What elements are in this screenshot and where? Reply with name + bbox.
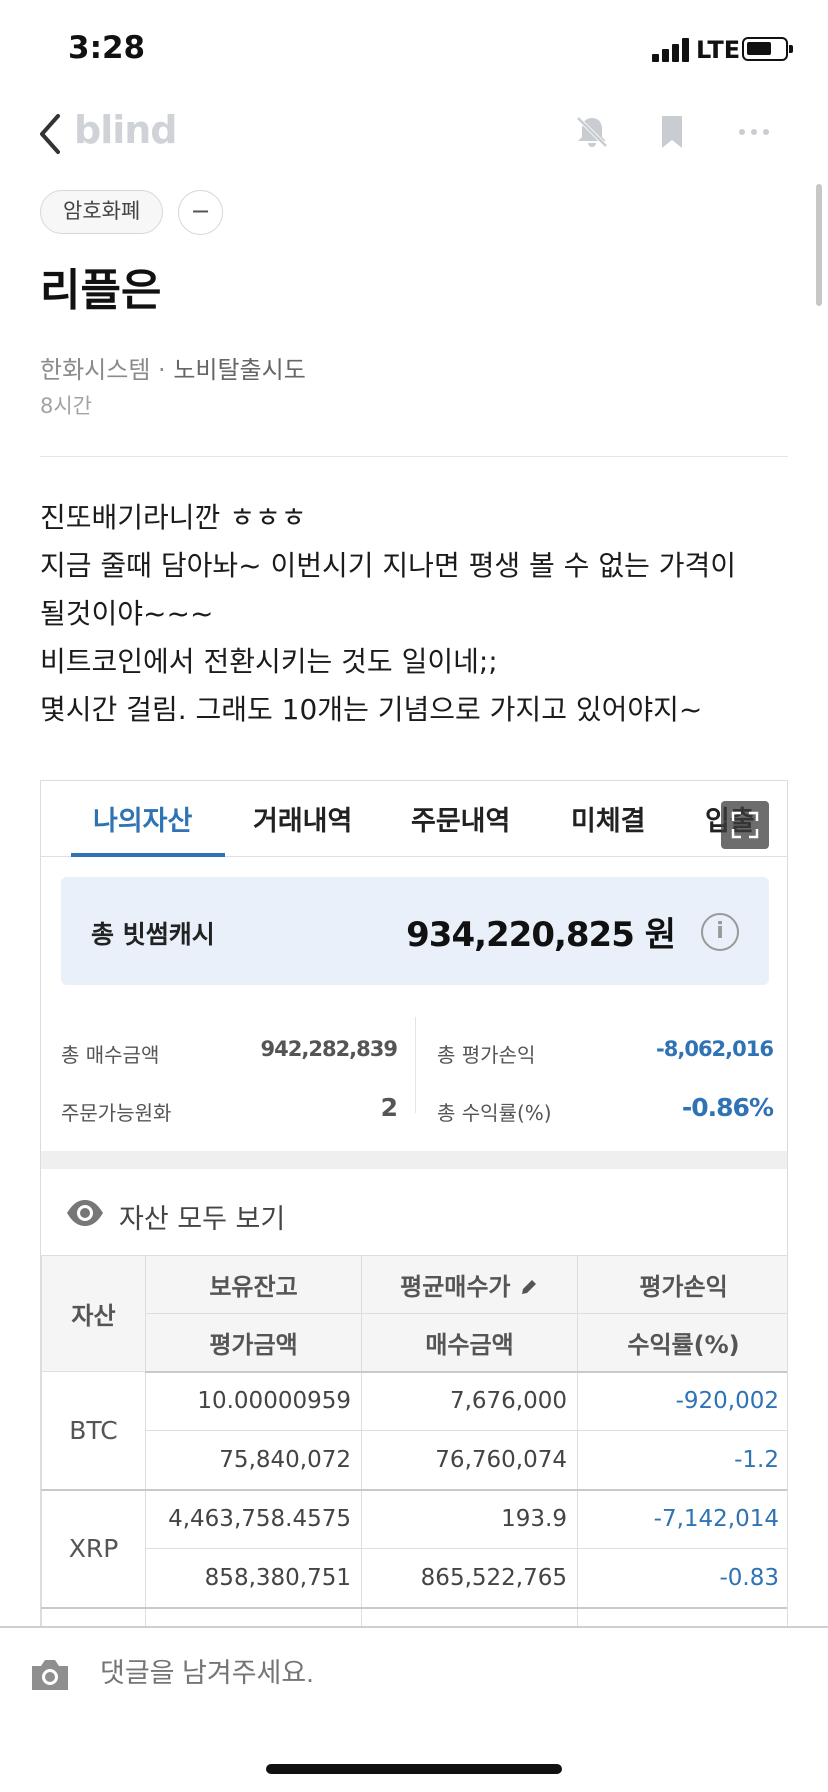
tab-my-assets: 나의자산 — [93, 806, 193, 837]
eval-pl-value: -8,062,016 — [656, 1037, 774, 1061]
post-body-line: 지금 줄때 담아놔~ 이번시기 지나면 평생 볼 수 없는 가격이 — [40, 549, 737, 582]
author-separator: · — [158, 356, 174, 384]
pencil-icon — [521, 1280, 536, 1294]
total-cash-label: 총 빗썸캐시 — [91, 920, 215, 949]
post-body-line: 진또배기라니깐 ㅎㅎㅎ — [40, 501, 307, 534]
avg-price-label: 평균매수가 — [400, 1273, 511, 1301]
table-header-asset: 자산 — [41, 1255, 146, 1372]
post-time: 8시간 — [40, 394, 93, 418]
table-cell: 865,522,765 — [361, 1548, 578, 1608]
table-cell: 76,760,074 — [361, 1430, 578, 1490]
info-icon: i — [701, 913, 739, 951]
tab-trade-history: 거래내역 — [253, 806, 353, 837]
comment-bar — [0, 1626, 828, 1732]
total-cash-box: 총 빗썸캐시 934,220,825 원 i — [61, 877, 769, 985]
table-cell: 4,463,758.4575 — [145, 1488, 362, 1549]
status-bar: 3:28 LTE — [0, 0, 828, 100]
network-label: LTE — [696, 36, 741, 64]
scrollbar[interactable] — [816, 184, 822, 306]
table-cell: -0.83 — [577, 1548, 787, 1608]
eye-icon — [67, 1200, 103, 1226]
camera-icon[interactable] — [28, 1656, 72, 1694]
post-author: 한화시스템 · 노비탈출시도 — [40, 350, 306, 385]
post-body: 진또배기라니깐 ㅎㅎㅎ 지금 줄때 담아놔~ 이번시기 지나면 평생 볼 수 없… — [40, 494, 800, 734]
buy-total-value: 942,282,839 — [260, 1037, 398, 1061]
asset-tabs: 나의자산 거래내역 주문내역 미체결 입출 — [41, 781, 787, 857]
table-header-eval-pl: 평가손익 — [577, 1255, 787, 1314]
return-value: -0.86% — [681, 1093, 774, 1122]
eval-pl-label: 총 평가손익 — [437, 1043, 536, 1067]
summary-divider — [415, 1017, 416, 1113]
author-company[interactable]: 한화시스템 — [40, 356, 150, 384]
return-label: 총 수익률(%) — [437, 1101, 552, 1125]
unfollow-topic-button[interactable]: − — [178, 190, 223, 235]
post-body-line: 될것이야~~~ — [40, 597, 214, 630]
bell-off-icon[interactable] — [572, 112, 612, 152]
tab-order-history: 주문내역 — [411, 806, 511, 837]
section-spacer — [41, 1151, 787, 1169]
table-cell: 858,380,751 — [145, 1548, 362, 1608]
table-cell: 7,676,000 — [361, 1371, 578, 1431]
table-header-return: 수익률(%) — [577, 1313, 787, 1373]
divider — [40, 456, 788, 457]
author-nickname[interactable]: 노비탈출시도 — [173, 356, 305, 384]
table-cell: 10.00000959 — [145, 1371, 362, 1431]
table-cell: -7,142,014 — [577, 1488, 787, 1549]
table-header-balance: 보유잔고 — [145, 1255, 362, 1314]
tab-unfilled: 미체결 — [571, 806, 646, 837]
home-indicator — [266, 1764, 562, 1774]
status-time: 3:28 — [68, 30, 146, 66]
asset-name: BTC — [41, 1371, 146, 1490]
topic-tag[interactable]: 암호화폐 — [40, 190, 164, 234]
orderable-label: 주문가능원화 — [61, 1101, 172, 1125]
bookmark-icon[interactable] — [652, 112, 692, 152]
view-all-label: 자산 모두 보기 — [119, 1204, 286, 1235]
back-icon[interactable] — [36, 112, 66, 156]
orderable-value: 2 — [380, 1093, 398, 1122]
asset-name: XRP — [41, 1488, 146, 1608]
post-body-line: 비트코인에서 전환시키는 것도 일이네;; — [40, 645, 498, 678]
buy-total-label: 총 매수금액 — [61, 1043, 160, 1067]
nav-bar: blind — [0, 100, 828, 172]
total-cash-value: 934,220,825 원 — [406, 915, 676, 955]
expand-icon[interactable] — [721, 801, 769, 849]
table-cell: 75,840,072 — [145, 1430, 362, 1490]
blind-logo: blind — [74, 108, 178, 152]
post-title: 리플은 — [40, 265, 162, 316]
table-header-eval-amount: 평가금액 — [145, 1313, 362, 1373]
table-header-avg-price: 평균매수가 — [361, 1255, 578, 1314]
table-header-buy-amount: 매수금액 — [361, 1313, 578, 1373]
more-icon[interactable] — [734, 112, 774, 152]
attached-image[interactable]: 나의자산 거래내역 주문내역 미체결 입출 총 빗썸캐시 934,220,825… — [40, 780, 788, 1630]
battery-icon — [742, 37, 793, 61]
table-cell: -1.2 — [577, 1430, 787, 1490]
asset-table: 자산 보유잔고 평균매수가 평가손익 평가금액 매수금액 수익률(%) BTC … — [41, 1255, 787, 1630]
table-cell: -920,002 — [577, 1371, 787, 1431]
active-tab-indicator — [71, 853, 225, 857]
post-body-line: 몇시간 걸림. 그래도 10개는 기념으로 가지고 있어야지~ — [40, 693, 703, 726]
table-cell: 193.9 — [361, 1488, 578, 1549]
comment-input[interactable] — [100, 1658, 454, 1689]
signal-icon — [652, 38, 692, 62]
